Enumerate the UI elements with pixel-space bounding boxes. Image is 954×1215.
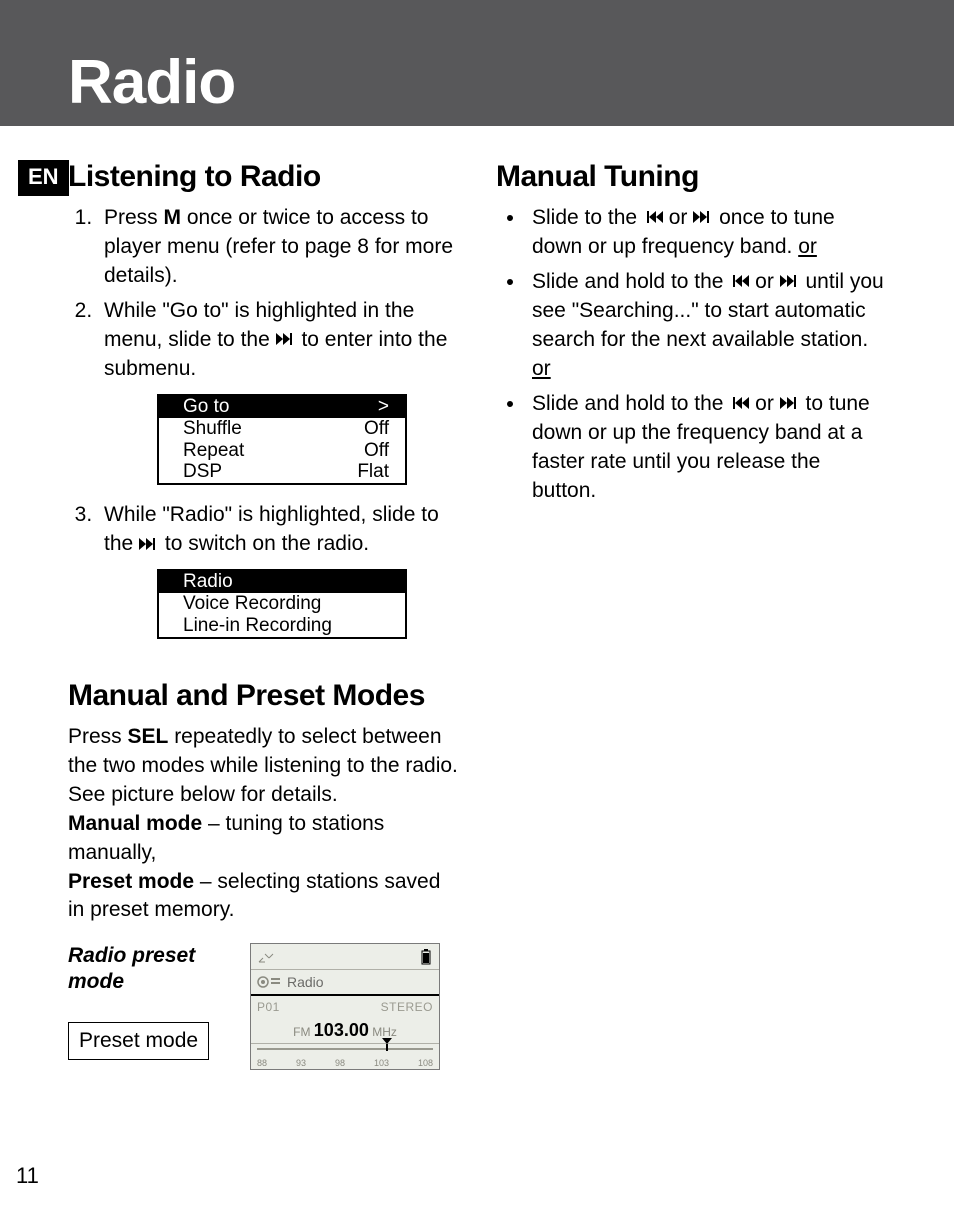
menu-val: Off bbox=[364, 440, 389, 462]
lcd-unit: MHz bbox=[372, 1025, 397, 1039]
menu-key: Shuffle bbox=[183, 418, 364, 440]
menu-key: DSP bbox=[183, 461, 357, 483]
language-badge: EN bbox=[18, 160, 69, 196]
label-manual-mode: Manual mode bbox=[68, 812, 202, 835]
lcd-scale-tick: 98 bbox=[335, 1058, 345, 1068]
lcd-mode-row: Radio bbox=[251, 970, 439, 996]
modes-paragraph: Press SEL repeatedly to select between t… bbox=[68, 723, 460, 926]
menu-val: > bbox=[378, 396, 389, 418]
forward-icon bbox=[693, 211, 713, 223]
text: or bbox=[749, 392, 779, 415]
heading-listening: Listening to Radio bbox=[68, 160, 460, 194]
forward-icon bbox=[139, 538, 159, 550]
menu-row: Radio bbox=[159, 571, 405, 593]
lcd-mid: P01 STEREO FM 103.00 MHz bbox=[251, 996, 439, 1043]
text-or: or bbox=[532, 357, 551, 380]
forward-icon bbox=[276, 333, 296, 345]
menu-row: DSPFlat bbox=[159, 461, 405, 483]
menu-key: Radio bbox=[183, 571, 389, 593]
text: Slide to the bbox=[532, 206, 643, 229]
battery-icon bbox=[419, 949, 433, 970]
text: Press bbox=[104, 206, 164, 229]
rewind-icon bbox=[643, 211, 663, 223]
step-3: While "Radio" is highlighted, slide to t… bbox=[98, 501, 460, 638]
heading-modes: Manual and Preset Modes bbox=[68, 679, 460, 713]
lcd-scale-labels: 88 93 98 103 108 bbox=[257, 1058, 433, 1068]
step-1: Press M once or twice to access to playe… bbox=[98, 204, 460, 291]
forward-icon bbox=[780, 275, 800, 287]
lcd-screenshot: Radio P01 STEREO FM 103.00 MHz bbox=[250, 943, 440, 1070]
left-column: Listening to Radio Press M once or twice… bbox=[68, 160, 460, 1070]
menu-row: ShuffleOff bbox=[159, 418, 405, 440]
signal-icon bbox=[257, 950, 281, 969]
text: Slide and hold to the bbox=[532, 270, 729, 293]
menu-key: Line-in Recording bbox=[183, 615, 389, 637]
menu-key: Go to bbox=[183, 396, 378, 418]
menu-row: Line-in Recording bbox=[159, 615, 405, 637]
bullet-1: Slide to the or once to tune down or up … bbox=[526, 204, 888, 262]
lcd-freq-value: 103.00 bbox=[314, 1020, 369, 1040]
preset-left: Radio preset mode Preset mode bbox=[68, 943, 238, 1059]
right-column: Manual Tuning Slide to the or once to tu… bbox=[496, 160, 888, 1070]
text: or bbox=[663, 206, 693, 229]
radio-icon bbox=[251, 973, 287, 991]
menu-key: Voice Recording bbox=[183, 593, 389, 615]
content: Listening to Radio Press M once or twice… bbox=[68, 160, 888, 1070]
manual-tuning-bullets: Slide to the or once to tune down or up … bbox=[496, 204, 888, 506]
preset-caption: Radio preset mode bbox=[68, 943, 238, 993]
menu-row: Go to> bbox=[159, 396, 405, 418]
bullet-3: Slide and hold to the or to tune down or… bbox=[526, 390, 888, 506]
lcd-scale-tick: 88 bbox=[257, 1058, 267, 1068]
rewind-icon bbox=[729, 397, 749, 409]
menu-val: Flat bbox=[357, 461, 389, 483]
lcd-stereo: STEREO bbox=[381, 1000, 433, 1014]
preset-label-box: Preset mode bbox=[68, 1022, 209, 1060]
rewind-icon bbox=[729, 275, 749, 287]
page-title: Radio bbox=[68, 47, 235, 118]
forward-icon bbox=[780, 397, 800, 409]
lcd-mode-label: Radio bbox=[287, 974, 324, 990]
label-preset-mode: Preset mode bbox=[68, 870, 194, 893]
menu-radio: Radio Voice Recording Line-in Recording bbox=[157, 569, 407, 639]
lcd-tuner-marker bbox=[386, 1044, 388, 1051]
lcd-scale-tick: 103 bbox=[374, 1058, 389, 1068]
page-number: 11 bbox=[16, 1163, 39, 1189]
lcd-statusbar bbox=[251, 944, 439, 970]
preset-area: Radio preset mode Preset mode Radio bbox=[68, 943, 460, 1070]
lcd-scale-tick: 108 bbox=[418, 1058, 433, 1068]
text: to switch on the radio. bbox=[159, 532, 369, 555]
lcd-frequency: FM 103.00 MHz bbox=[257, 1020, 433, 1041]
lcd-scale: 88 93 98 103 108 bbox=[251, 1043, 439, 1069]
menu-key: Repeat bbox=[183, 440, 364, 462]
key-sel: SEL bbox=[128, 725, 169, 748]
text-or: or bbox=[798, 235, 817, 258]
bullet-2: Slide and hold to the or until you see "… bbox=[526, 268, 888, 384]
menu-goto: Go to> ShuffleOff RepeatOff DSPFlat bbox=[157, 394, 407, 485]
heading-manual-tuning: Manual Tuning bbox=[496, 160, 888, 194]
lcd-scale-bar bbox=[257, 1048, 433, 1050]
menu-val: Off bbox=[364, 418, 389, 440]
step-2: While "Go to" is highlighted in the menu… bbox=[98, 297, 460, 485]
lcd-fm: FM bbox=[293, 1025, 310, 1039]
listening-steps: Press M once or twice to access to playe… bbox=[68, 204, 460, 639]
title-band: Radio bbox=[0, 0, 954, 126]
key-m: M bbox=[164, 206, 182, 229]
text: Press bbox=[68, 725, 128, 748]
text: Slide and hold to the bbox=[532, 392, 729, 415]
text: or bbox=[749, 270, 779, 293]
lcd-scale-tick: 93 bbox=[296, 1058, 306, 1068]
menu-row: Voice Recording bbox=[159, 593, 405, 615]
lcd-preset-row: P01 STEREO bbox=[257, 1000, 433, 1014]
menu-row: RepeatOff bbox=[159, 440, 405, 462]
lcd-preset-num: P01 bbox=[257, 1000, 280, 1014]
